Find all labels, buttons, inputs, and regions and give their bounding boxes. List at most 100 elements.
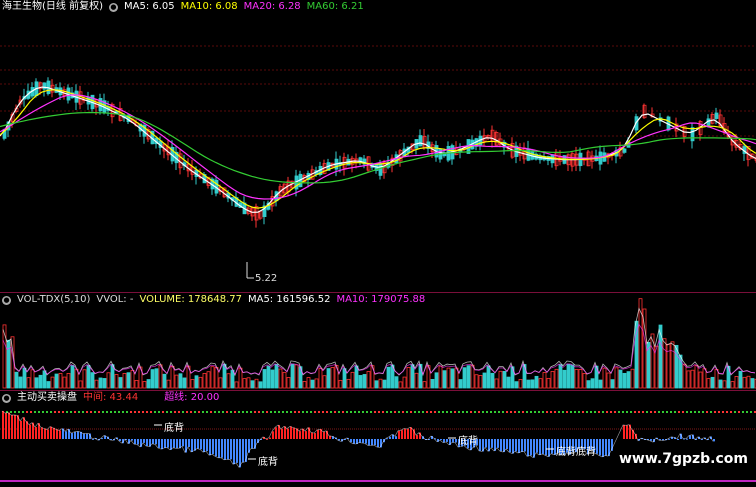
price-chart[interactable] xyxy=(0,0,756,292)
volume-bar xyxy=(630,368,635,389)
flow-bar xyxy=(44,428,46,439)
flow-bar xyxy=(455,439,457,443)
flow-chart[interactable] xyxy=(0,391,756,487)
volume-bar xyxy=(146,379,151,389)
signal-dot xyxy=(226,411,228,413)
signal-dot xyxy=(42,411,44,413)
volume-bar xyxy=(162,373,167,389)
ma10-line xyxy=(0,89,756,209)
volume-bar xyxy=(718,379,723,389)
flow-bar xyxy=(74,431,76,439)
volume-chart[interactable] xyxy=(0,293,756,390)
volume-bar xyxy=(414,372,419,389)
flow-bar xyxy=(191,439,193,452)
signal-dot xyxy=(178,411,180,413)
volume-bar xyxy=(294,364,299,389)
signal-dot xyxy=(414,411,416,413)
volume-bar xyxy=(686,370,691,389)
signal-dot xyxy=(82,411,84,413)
signal-dot xyxy=(102,411,104,413)
signal-dot xyxy=(434,411,436,413)
flow-bar xyxy=(221,439,223,458)
signal-dot xyxy=(666,411,668,413)
volume-bar xyxy=(178,373,183,389)
flow-bar xyxy=(173,439,175,448)
volume-bar xyxy=(490,372,495,389)
flow-bar xyxy=(143,439,145,443)
volume-bar xyxy=(466,365,471,389)
flow-bar xyxy=(500,439,502,452)
flow-bar xyxy=(395,436,397,439)
volume-bar xyxy=(210,366,215,389)
flow-bar xyxy=(374,439,376,446)
signal-dot xyxy=(450,411,452,413)
flow-bar xyxy=(230,439,232,460)
signal-dot xyxy=(38,411,40,413)
signal-dot xyxy=(726,411,728,413)
signal-dot xyxy=(662,411,664,413)
volume-bar xyxy=(606,372,611,389)
divergence-tag-2: 底背 xyxy=(258,457,278,468)
flow-bar xyxy=(134,439,136,445)
signal-dot xyxy=(642,411,644,413)
signal-dot xyxy=(538,411,540,413)
volume-bar xyxy=(610,379,615,389)
flow-bar xyxy=(542,439,544,454)
signal-dot xyxy=(98,411,100,413)
flow-bar xyxy=(209,439,211,456)
signal-dot xyxy=(222,411,224,413)
signal-dot xyxy=(554,411,556,413)
flow-bar xyxy=(530,439,532,456)
flow-bar xyxy=(155,439,157,445)
flow-bar xyxy=(77,431,79,439)
flow-panel[interactable]: ● 主动买卖操盘 中间: 43.44 超线: 20.00 底背 底背 底背 底背… xyxy=(0,391,756,487)
flow-bar xyxy=(404,428,406,439)
signal-dot xyxy=(738,411,740,413)
flow-bar xyxy=(206,439,208,452)
flow-bar xyxy=(158,439,160,448)
signal-dot xyxy=(466,411,468,413)
volume-bar xyxy=(106,372,111,389)
flow-bar xyxy=(623,425,625,439)
low-price-label: 5.22 xyxy=(255,273,278,284)
signal-dot xyxy=(26,411,28,413)
ma60-line xyxy=(0,111,756,184)
signal-dot xyxy=(134,411,136,413)
volume-panel[interactable]: ● VOL-TDX(5,10) VVOL: - VOLUME: 178648.7… xyxy=(0,293,756,390)
candle-body xyxy=(690,127,695,142)
flow-bar xyxy=(119,439,121,441)
volume-bar xyxy=(6,339,11,389)
signal-dot xyxy=(742,411,744,413)
signal-dot xyxy=(686,411,688,413)
volume-bar xyxy=(602,367,607,389)
price-panel[interactable]: 海王生物(日线 前复权) ● MA5: 6.05 MA10: 6.08 MA20… xyxy=(0,0,756,292)
volume-bar xyxy=(502,371,507,389)
flow-bar xyxy=(551,439,553,454)
signal-dot xyxy=(278,411,280,413)
flow-bar xyxy=(35,427,37,439)
flow-bar xyxy=(287,428,289,439)
signal-dot xyxy=(170,411,172,413)
signal-dot xyxy=(86,411,88,413)
signal-dot xyxy=(298,411,300,413)
flow-bar xyxy=(377,439,379,448)
flow-bar xyxy=(20,420,22,439)
volume-bar xyxy=(66,372,71,389)
volume-bar xyxy=(714,369,719,389)
flow-bar xyxy=(212,439,214,455)
flow-bar xyxy=(410,427,412,439)
signal-dot xyxy=(318,411,320,413)
signal-dot xyxy=(282,411,284,413)
signal-dot xyxy=(702,411,704,413)
volume-bar xyxy=(258,381,263,389)
volume-bar xyxy=(354,365,359,389)
volume-bar xyxy=(22,367,27,389)
volume-bar xyxy=(750,378,755,389)
signal-dot xyxy=(94,411,96,413)
volume-bar xyxy=(182,377,187,389)
flow-bar xyxy=(182,439,184,447)
flow-bar xyxy=(47,429,49,439)
flow-bar xyxy=(59,430,61,439)
signal-dot xyxy=(310,411,312,413)
signal-dot xyxy=(598,411,600,413)
